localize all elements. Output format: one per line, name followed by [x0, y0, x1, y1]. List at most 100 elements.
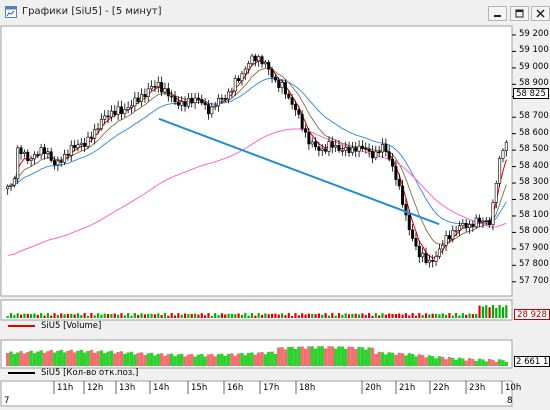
volume-bar	[317, 313, 321, 318]
volume-bar	[281, 313, 284, 318]
volume-bar	[431, 313, 434, 318]
volume-bar	[361, 313, 364, 318]
positions-bar	[487, 358, 492, 366]
volume-bar	[120, 313, 123, 318]
positions-bar	[267, 351, 271, 366]
volume-bar	[408, 315, 411, 318]
positions-bar	[377, 351, 381, 366]
volume-bar	[254, 315, 257, 318]
candle-body	[153, 86, 157, 88]
candle-body	[99, 119, 103, 129]
volume-bar	[357, 314, 361, 318]
positions-bar	[223, 356, 227, 366]
positions-bar	[196, 354, 201, 366]
candle-body	[337, 145, 341, 151]
candle-body	[109, 110, 113, 118]
candle-body	[270, 68, 274, 78]
positions-bar	[6, 353, 10, 366]
price-tick-label: 58 300	[519, 177, 549, 188]
time-tick-label: 17h	[263, 383, 280, 393]
positions-bar	[257, 352, 261, 366]
positions-bar	[216, 354, 221, 366]
candle-body	[370, 151, 374, 159]
volume-bar	[46, 313, 49, 318]
positions-bar	[471, 359, 475, 366]
positions-bar	[89, 350, 94, 366]
volume-bar	[217, 315, 220, 318]
positions-bar	[444, 359, 448, 366]
volume-bar	[260, 314, 264, 318]
volume-bar	[63, 314, 66, 318]
positions-bar	[183, 356, 187, 366]
volume-bar	[227, 313, 230, 318]
volume-bar	[461, 313, 464, 318]
price-panel[interactable]	[0, 25, 513, 297]
positions-bar	[12, 353, 17, 366]
candle-body	[6, 186, 10, 190]
candle-body	[196, 97, 200, 100]
candle-body	[130, 105, 134, 108]
positions-bar	[206, 354, 211, 366]
positions-bar	[484, 361, 488, 366]
candle-body	[324, 148, 328, 152]
time-tick-label: 14h	[153, 383, 170, 393]
volume-bar	[234, 314, 237, 318]
candle-body	[347, 146, 351, 153]
volume-bar	[441, 313, 444, 318]
positions-bar	[136, 352, 140, 366]
positions-bar	[146, 353, 150, 366]
candle-body	[119, 106, 123, 115]
volume-bar	[481, 306, 484, 318]
positions-bar	[173, 356, 177, 366]
positions-bar	[337, 346, 341, 366]
volume-bar	[381, 313, 384, 318]
volume-bar	[190, 313, 193, 318]
volume-bar	[137, 315, 140, 318]
positions-bar	[370, 347, 375, 366]
price-tick-label: 58 400	[519, 160, 549, 171]
volume-bar	[207, 313, 210, 318]
volume-bar	[19, 314, 23, 318]
volume-bar	[388, 313, 391, 318]
candle-body	[434, 256, 438, 262]
positions-bar	[186, 354, 191, 366]
positions-bar	[176, 354, 181, 366]
candle-body	[32, 154, 36, 160]
volume-bar	[173, 315, 177, 318]
candle-body	[86, 136, 90, 147]
positions-bar	[297, 346, 301, 366]
volume-bar	[344, 313, 347, 318]
candle-body	[327, 141, 331, 152]
positions-bar	[494, 361, 498, 366]
time-tick-label: 22h	[433, 383, 450, 393]
volume-bar	[291, 315, 294, 318]
candle-body	[9, 184, 13, 187]
candle-body	[116, 106, 120, 115]
candle-body	[394, 165, 398, 180]
positions-bar	[69, 349, 73, 366]
positions-bar	[354, 349, 358, 366]
candle-body	[320, 148, 324, 151]
time-tick-label: 18h	[299, 383, 316, 393]
positions-bar	[32, 353, 37, 366]
candle-body	[83, 142, 87, 147]
volume-bar	[347, 314, 351, 318]
candle-body	[401, 185, 405, 205]
candle-body	[397, 179, 401, 187]
positions-bar	[280, 347, 284, 366]
candle-body	[457, 225, 461, 231]
candle-body	[59, 160, 63, 163]
volume-bar	[163, 313, 167, 318]
chart-area[interactable]	[0, 0, 550, 410]
candle-body	[304, 128, 308, 133]
candle-body	[357, 145, 361, 152]
volume-bar	[117, 314, 120, 318]
positions-bar	[454, 359, 458, 366]
candle-body	[257, 56, 261, 62]
candle-body	[49, 151, 53, 161]
candle-body	[69, 144, 73, 156]
candle-body	[200, 98, 204, 104]
positions-bar	[263, 354, 268, 366]
volume-bar	[143, 314, 146, 318]
candle-body	[427, 259, 431, 263]
